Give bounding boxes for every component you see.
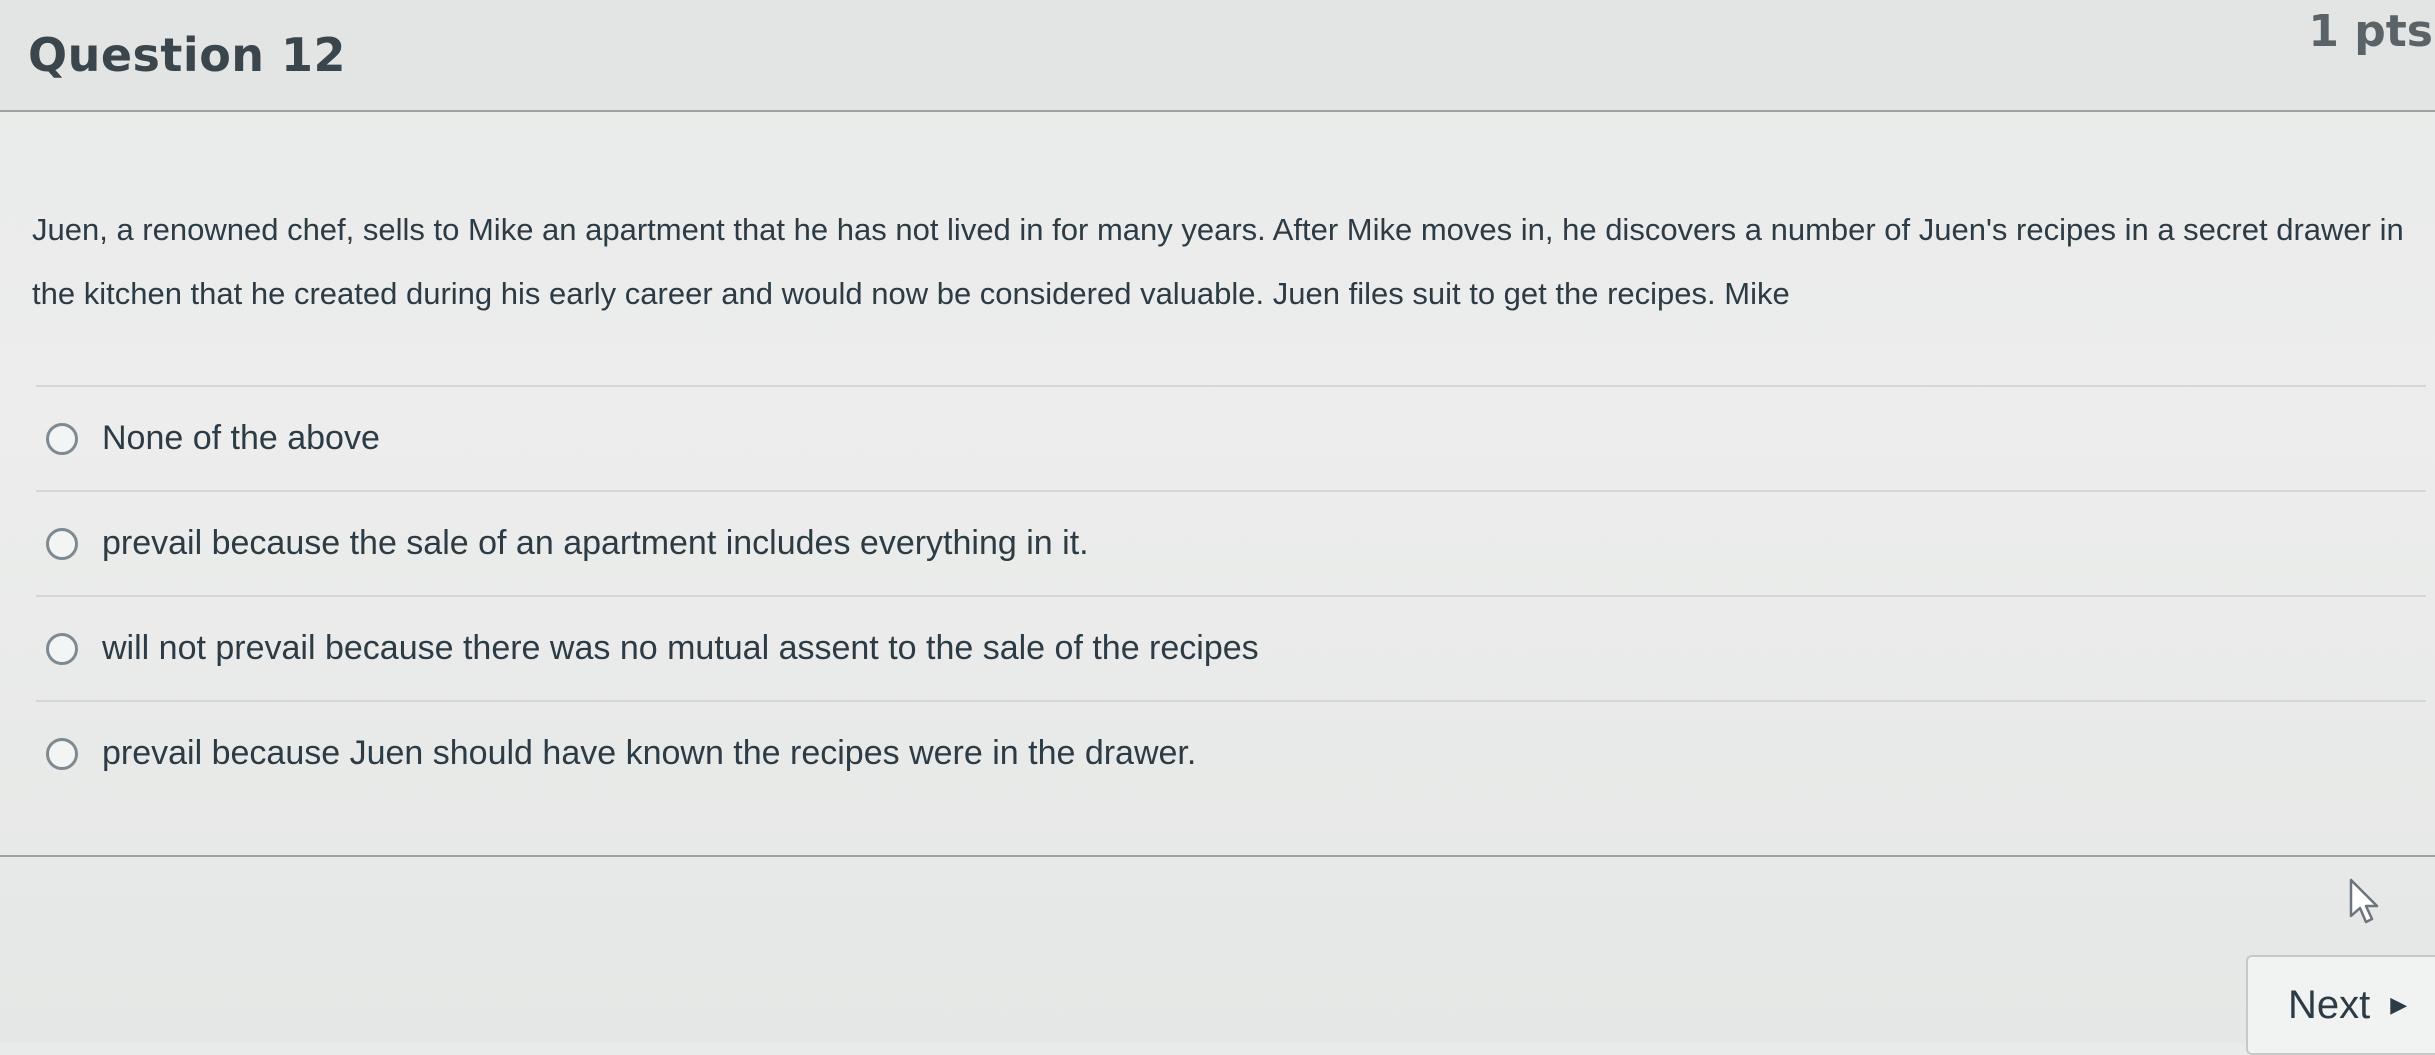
radio-button[interactable] [46, 527, 78, 560]
radio-button[interactable] [46, 422, 78, 455]
question-header: Question 12 1 pts [0, 0, 2435, 112]
answer-label[interactable]: will not prevail because there was no mu… [102, 629, 1259, 668]
question-text: Juen, a renowned chef, sells to Mike an … [32, 212, 2404, 311]
answer-option[interactable]: prevail because Juen should have known t… [36, 700, 2426, 805]
answer-label[interactable]: prevail because Juen should have known t… [102, 734, 1196, 773]
answer-label[interactable]: prevail because the sale of an apartment… [102, 524, 1089, 563]
question-title: Question 12 [28, 28, 347, 82]
next-button-label[interactable]: Next [2288, 983, 2370, 1028]
answer-option[interactable]: will not prevail because there was no mu… [36, 595, 2426, 700]
card-divider [0, 855, 2435, 857]
triangle-right-icon: ▶ [2390, 992, 2408, 1017]
answer-option[interactable]: prevail because the sale of an apartment… [36, 490, 2426, 595]
question-card: Question 12 1 pts Juen, a renowned chef,… [0, 0, 2435, 860]
mouse-cursor-icon [2349, 878, 2379, 924]
answer-list: None of the above prevail because the sa… [36, 385, 2426, 805]
next-button[interactable]: Next ▶ [2246, 955, 2435, 1055]
answer-option[interactable]: None of the above [36, 385, 2426, 490]
answer-label[interactable]: None of the above [102, 419, 380, 458]
question-points: 1 pts [2308, 6, 2433, 57]
radio-button[interactable] [46, 737, 78, 770]
radio-button[interactable] [46, 632, 78, 665]
